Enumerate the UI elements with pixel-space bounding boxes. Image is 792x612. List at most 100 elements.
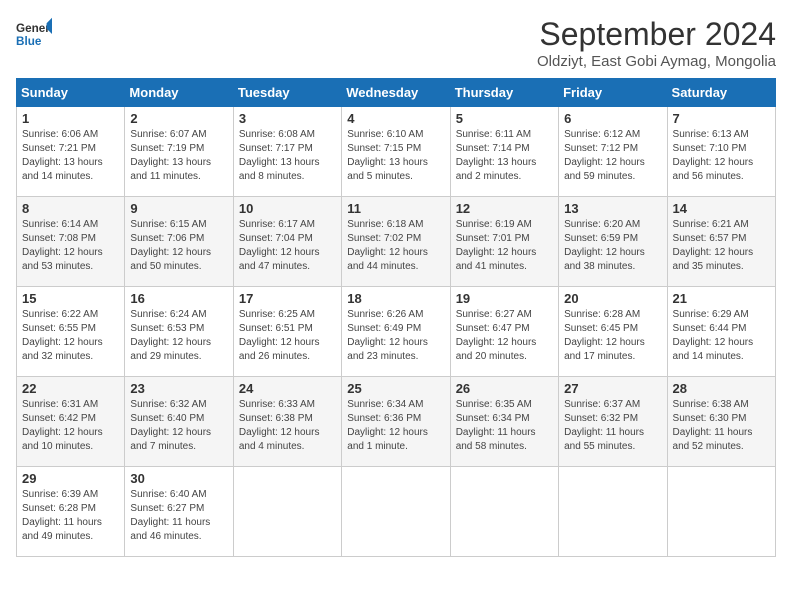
calendar-cell: 20Sunrise: 6:28 AMSunset: 6:45 PMDayligh… xyxy=(559,287,667,377)
calendar-cell: 2 Sunrise: 6:07 AMSunset: 7:19 PMDaylight… xyxy=(125,107,233,197)
day-number: 16 xyxy=(130,291,227,306)
day-number: 27 xyxy=(564,381,661,396)
month-year: September 2024 xyxy=(537,16,776,53)
day-number: 10 xyxy=(239,201,336,216)
day-header-monday: Monday xyxy=(125,79,233,107)
cell-content: Sunrise: 6:22 AMSunset: 6:55 PMDaylight:… xyxy=(22,308,119,364)
calendar-cell: 12 Sunrise: 6:19 AMSunset: 7:01 PMDayligh… xyxy=(450,197,558,287)
logo: General Blue xyxy=(16,16,52,52)
svg-text:Blue: Blue xyxy=(16,35,42,48)
day-number: 5 xyxy=(456,111,553,126)
calendar-cell: 6Sunrise: 6:12 AMSunset: 7:12 PMDaylight… xyxy=(559,107,667,197)
cell-content: Sunrise: 6:08 AMSunset: 7:17 PMDaylight:… xyxy=(239,128,336,184)
calendar-cell: 8 Sunrise: 6:14 AMSunset: 7:08 PMDaylight… xyxy=(17,197,125,287)
day-number: 23 xyxy=(130,381,227,396)
day-number: 22 xyxy=(22,381,119,396)
cell-content: Sunrise: 6:12 AMSunset: 7:12 PMDaylight:… xyxy=(564,128,661,184)
calendar-cell: 26Sunrise: 6:35 AMSunset: 6:34 PMDayligh… xyxy=(450,377,558,467)
calendar-cell: 29 Sunrise: 6:39 AMSunset: 6:28 PMDayligh… xyxy=(17,467,125,557)
calendar-cell: 27 Sunrise: 6:37 AMSunset: 6:32 PMDayligh… xyxy=(559,377,667,467)
page-header: General Blue September 2024 Oldziyt, Eas… xyxy=(16,16,776,70)
cell-content: Sunrise: 6:17 AMSunset: 7:04 PMDaylight:… xyxy=(239,218,336,274)
day-number: 17 xyxy=(239,291,336,306)
calendar-cell: 22 Sunrise: 6:31 AMSunset: 6:42 PMDayligh… xyxy=(17,377,125,467)
day-number: 2 xyxy=(130,111,227,126)
cell-content: Sunrise: 6:14 AMSunset: 7:08 PMDaylight:… xyxy=(22,218,119,274)
cell-content: Sunrise: 6:38 AMSunset: 6:30 PMDaylight:… xyxy=(673,398,770,454)
cell-content: Sunrise: 6:19 AMSunset: 7:01 PMDaylight:… xyxy=(456,218,553,274)
cell-content: Sunrise: 6:25 AMSunset: 6:51 PMDaylight:… xyxy=(239,308,336,364)
calendar-cell: 16 Sunrise: 6:24 AMSunset: 6:53 PMDayligh… xyxy=(125,287,233,377)
day-header-tuesday: Tuesday xyxy=(233,79,341,107)
cell-content: Sunrise: 6:06 AMSunset: 7:21 PMDaylight:… xyxy=(22,128,119,184)
cell-content: Sunrise: 6:39 AMSunset: 6:28 PMDaylight:… xyxy=(22,488,119,544)
cell-content: Sunrise: 6:18 AMSunset: 7:02 PMDaylight:… xyxy=(347,218,444,274)
calendar-cell: 19Sunrise: 6:27 AMSunset: 6:47 PMDayligh… xyxy=(450,287,558,377)
cell-content: Sunrise: 6:07 AMSunset: 7:19 PMDaylight:… xyxy=(130,128,227,184)
calendar-cell xyxy=(450,467,558,557)
cell-content: Sunrise: 6:37 AMSunset: 6:32 PMDaylight:… xyxy=(564,398,661,454)
day-number: 21 xyxy=(673,291,770,306)
calendar-cell: 17 Sunrise: 6:25 AMSunset: 6:51 PMDayligh… xyxy=(233,287,341,377)
cell-content: Sunrise: 6:28 AMSunset: 6:45 PMDaylight:… xyxy=(564,308,661,364)
cell-content: Sunrise: 6:24 AMSunset: 6:53 PMDaylight:… xyxy=(130,308,227,364)
cell-content: Sunrise: 6:26 AMSunset: 6:49 PMDaylight:… xyxy=(347,308,444,364)
day-number: 29 xyxy=(22,471,119,486)
calendar-cell xyxy=(342,467,450,557)
calendar-cell: 24Sunrise: 6:33 AMSunset: 6:38 PMDayligh… xyxy=(233,377,341,467)
calendar-cell: 23 Sunrise: 6:32 AMSunset: 6:40 PMDayligh… xyxy=(125,377,233,467)
calendar-cell: 25 Sunrise: 6:34 AMSunset: 6:36 PMDayligh… xyxy=(342,377,450,467)
calendar-cell: 3 Sunrise: 6:08 AMSunset: 7:17 PMDaylight… xyxy=(233,107,341,197)
calendar-cell xyxy=(233,467,341,557)
day-number: 8 xyxy=(22,201,119,216)
day-number: 7 xyxy=(673,111,770,126)
calendar-cell xyxy=(559,467,667,557)
day-number: 24 xyxy=(239,381,336,396)
day-header-thursday: Thursday xyxy=(450,79,558,107)
cell-content: Sunrise: 6:40 AMSunset: 6:27 PMDaylight:… xyxy=(130,488,227,544)
day-number: 19 xyxy=(456,291,553,306)
cell-content: Sunrise: 6:20 AMSunset: 6:59 PMDaylight:… xyxy=(564,218,661,274)
day-number: 30 xyxy=(130,471,227,486)
day-header-saturday: Saturday xyxy=(667,79,775,107)
day-number: 25 xyxy=(347,381,444,396)
day-number: 9 xyxy=(130,201,227,216)
day-number: 11 xyxy=(347,201,444,216)
title-block: September 2024 Oldziyt, East Gobi Aymag,… xyxy=(537,16,776,70)
cell-content: Sunrise: 6:31 AMSunset: 6:42 PMDaylight:… xyxy=(22,398,119,454)
day-number: 13 xyxy=(564,201,661,216)
day-number: 1 xyxy=(22,111,119,126)
logo-icon: General Blue xyxy=(16,16,52,52)
calendar-table: SundayMondayTuesdayWednesdayThursdayFrid… xyxy=(16,78,776,557)
day-number: 28 xyxy=(673,381,770,396)
cell-content: Sunrise: 6:29 AMSunset: 6:44 PMDaylight:… xyxy=(673,308,770,364)
calendar-cell: 4 Sunrise: 6:10 AMSunset: 7:15 PMDaylight… xyxy=(342,107,450,197)
calendar-cell: 28 Sunrise: 6:38 AMSunset: 6:30 PMDayligh… xyxy=(667,377,775,467)
cell-content: Sunrise: 6:21 AMSunset: 6:57 PMDaylight:… xyxy=(673,218,770,274)
day-header-sunday: Sunday xyxy=(17,79,125,107)
cell-content: Sunrise: 6:11 AMSunset: 7:14 PMDaylight:… xyxy=(456,128,553,184)
calendar-cell: 14 Sunrise: 6:21 AMSunset: 6:57 PMDayligh… xyxy=(667,197,775,287)
location: Oldziyt, East Gobi Aymag, Mongolia xyxy=(537,53,776,70)
cell-content: Sunrise: 6:13 AMSunset: 7:10 PMDaylight:… xyxy=(673,128,770,184)
calendar-cell: 5 Sunrise: 6:11 AMSunset: 7:14 PMDaylight… xyxy=(450,107,558,197)
day-header-wednesday: Wednesday xyxy=(342,79,450,107)
cell-content: Sunrise: 6:34 AMSunset: 6:36 PMDaylight:… xyxy=(347,398,444,454)
day-number: 4 xyxy=(347,111,444,126)
day-number: 12 xyxy=(456,201,553,216)
calendar-cell: 21 Sunrise: 6:29 AMSunset: 6:44 PMDayligh… xyxy=(667,287,775,377)
calendar-cell: 18 Sunrise: 6:26 AMSunset: 6:49 PMDayligh… xyxy=(342,287,450,377)
day-header-friday: Friday xyxy=(559,79,667,107)
calendar-cell: 10 Sunrise: 6:17 AMSunset: 7:04 PMDayligh… xyxy=(233,197,341,287)
calendar-cell: 11 Sunrise: 6:18 AMSunset: 7:02 PMDayligh… xyxy=(342,197,450,287)
calendar-cell: 13 Sunrise: 6:20 AMSunset: 6:59 PMDayligh… xyxy=(559,197,667,287)
day-number: 14 xyxy=(673,201,770,216)
cell-content: Sunrise: 6:10 AMSunset: 7:15 PMDaylight:… xyxy=(347,128,444,184)
day-number: 3 xyxy=(239,111,336,126)
cell-content: Sunrise: 6:32 AMSunset: 6:40 PMDaylight:… xyxy=(130,398,227,454)
calendar-header: SundayMondayTuesdayWednesdayThursdayFrid… xyxy=(17,79,776,107)
calendar-cell: 15Sunrise: 6:22 AMSunset: 6:55 PMDayligh… xyxy=(17,287,125,377)
calendar-cell xyxy=(667,467,775,557)
day-number: 18 xyxy=(347,291,444,306)
calendar-cell: 30 Sunrise: 6:40 AMSunset: 6:27 PMDayligh… xyxy=(125,467,233,557)
